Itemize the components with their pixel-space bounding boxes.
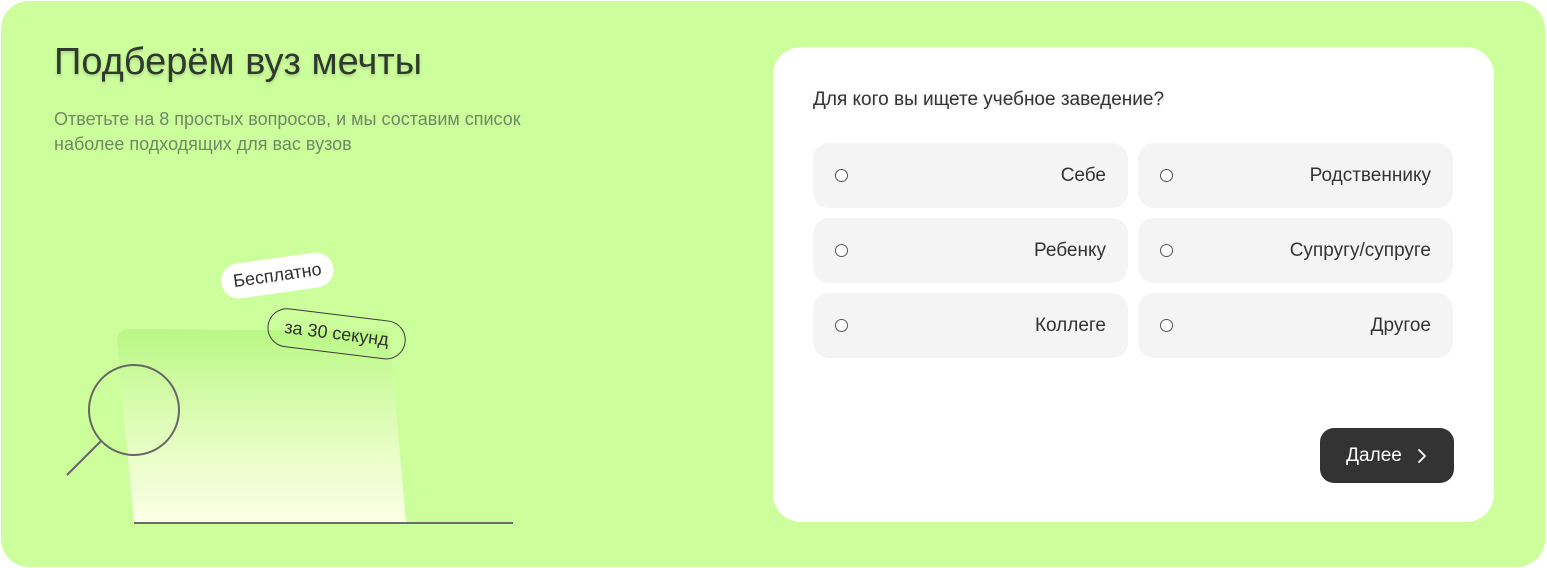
option-label: Себе <box>1060 164 1106 186</box>
option-other[interactable]: Другое <box>1138 293 1453 358</box>
next-button-label: Далее <box>1346 444 1402 466</box>
option-relative[interactable]: Родственнику <box>1138 143 1453 208</box>
option-label: Супругу/супруге <box>1289 239 1431 261</box>
radio-button[interactable] <box>1160 319 1173 332</box>
radio-button[interactable] <box>835 169 848 182</box>
option-spouse[interactable]: Супругу/супруге <box>1138 218 1453 283</box>
radio-button[interactable] <box>835 244 848 257</box>
radio-button[interactable] <box>1160 169 1173 182</box>
option-child[interactable]: Ребенку <box>813 218 1128 283</box>
option-label: Ребенку <box>1034 239 1106 261</box>
quiz-banner: Подберём вуз мечты Ответьте на 8 простых… <box>1 1 1545 567</box>
option-label: Родственнику <box>1309 164 1431 186</box>
option-label: Коллеге <box>1034 314 1106 336</box>
answer-options: Себе Родственнику Ребенку Супругу/супруг… <box>813 143 1454 358</box>
option-colleague[interactable]: Коллеге <box>813 293 1128 358</box>
radio-button[interactable] <box>835 319 848 332</box>
radio-button[interactable] <box>1160 244 1173 257</box>
light-beam <box>117 329 406 522</box>
quiz-question: Для кого вы ищете учебное заведение? <box>813 89 1165 110</box>
chevron-right-icon <box>1417 448 1426 463</box>
next-button[interactable]: Далее <box>1320 428 1454 483</box>
option-label: Другое <box>1370 314 1431 336</box>
option-self[interactable]: Себе <box>813 143 1128 208</box>
quiz-card: Для кого вы ищете учебное заведение? Себ… <box>773 47 1494 522</box>
